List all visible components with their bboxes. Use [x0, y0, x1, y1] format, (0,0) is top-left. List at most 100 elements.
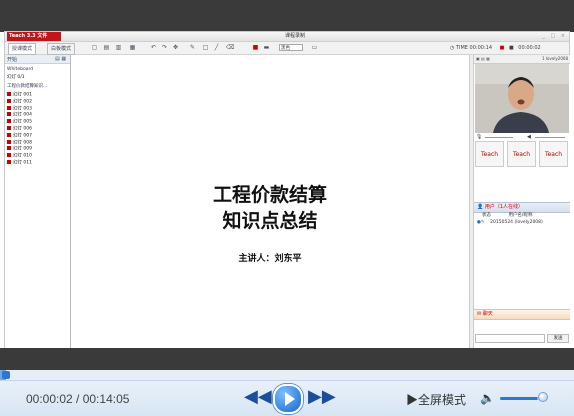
page-list-item[interactable]: 幻灯 002 [7, 98, 33, 105]
document-node[interactable]: 工程价款结算知识... [7, 84, 47, 89]
camera-toolbar: ▣ ▤ ▦ 1 lovely2008 [474, 55, 570, 64]
save-icon[interactable]: ▥ [115, 44, 122, 51]
page-list-label: 幻灯 011 [13, 160, 33, 166]
page-list-label: 幻灯 003 [13, 106, 33, 112]
page-list-item[interactable]: 幻灯 003 [7, 105, 33, 112]
user-row[interactable]: ●✎ 20150524 (lovely2008) [474, 219, 570, 226]
slide-page-icon [7, 139, 11, 144]
mic-icon[interactable]: 🎙 [476, 134, 482, 140]
new-page-icon[interactable]: ▢ [91, 44, 98, 51]
redo-icon[interactable]: ↷ [161, 44, 168, 51]
webcam-video [475, 64, 569, 133]
page-list-label: 幻灯 009 [13, 146, 33, 152]
slide-page-icon [7, 119, 11, 124]
page-list-label: 幻灯 004 [13, 112, 33, 118]
page-list-item[interactable]: 幻灯 004 [7, 112, 32, 118]
print-icon[interactable]: ▦ [129, 44, 136, 51]
bottom-letterbox [0, 348, 574, 370]
page-list-item[interactable]: 幻灯 011 [7, 160, 32, 166]
undo-icon[interactable]: ↶ [150, 44, 157, 51]
window-title: 课程录制 [284, 33, 305, 39]
camera-user-label: 1 lovely2008 [542, 56, 568, 61]
pen-icon[interactable]: ✎ [189, 44, 196, 51]
page-list-label: 幻灯 008 [13, 140, 33, 146]
thumbnail-2[interactable]: Teach [507, 141, 536, 167]
tab-lecture-mode[interactable]: 授课模式 [8, 43, 37, 55]
camera-tools-icon[interactable]: ▣ ▤ ▦ [476, 56, 490, 61]
page-list-label: 幻灯 007 [13, 133, 33, 139]
col-username: 用户名/昵称 [508, 213, 533, 218]
top-letterbox [0, 0, 574, 32]
slide-speaker: 主讲人：刘东平 [238, 254, 302, 264]
page-list-item[interactable]: 幻灯 005 [7, 119, 32, 125]
page-list-item[interactable]: 幻灯 007 [7, 132, 33, 139]
page-list-label: 幻灯 002 [13, 99, 33, 105]
page-list-label: 幻灯 001 [13, 92, 33, 98]
tab-whiteboard-mode[interactable]: 白板模式 [47, 43, 76, 55]
slide-page-icon [7, 160, 11, 164]
eraser-icon[interactable]: ⌫ [226, 44, 234, 51]
page-list-label: 幻灯 006 [13, 126, 33, 132]
rectangle-icon[interactable]: □ [202, 44, 209, 51]
progress-knob[interactable] [2, 371, 10, 379]
speaker-small-icon[interactable]: ◀ [527, 134, 531, 140]
slide-list-panel: 开始 ▤ ▦ Whiteboard 幻灯 0/1 工程价款结算知识... 幻灯 … [5, 55, 71, 348]
panel-header: 开始 ▤ ▦ [5, 55, 70, 64]
slide-page-icon [7, 112, 11, 117]
slide-canvas[interactable]: 工程价款结算 知识点总结 主讲人：刘东平 [71, 55, 469, 348]
thumbnail-1[interactable]: Teach [475, 141, 504, 167]
line-icon[interactable]: ╱ [213, 44, 220, 51]
app-logo-menu[interactable]: Teach 3.3 文件 [7, 32, 61, 41]
panel-tools-icon[interactable]: ▤ ▦ [55, 56, 66, 62]
slide-page-icon [7, 105, 11, 110]
page-top-node[interactable]: 幻灯 0/1 [7, 75, 25, 80]
fast-forward-icon: ▶▶ [308, 386, 336, 407]
screen-icon[interactable]: ▭ [311, 44, 318, 51]
thumbnail-3[interactable]: Teach [539, 141, 568, 167]
play-icon [285, 392, 295, 406]
play-button[interactable] [273, 384, 303, 414]
open-icon[interactable]: ▤ [103, 44, 110, 51]
title-bar: Teach 3.3 文件 课程录制 _ □ × [5, 32, 569, 42]
toolbar: 授课模式 白板模式 ▢ ▤ ▥ ▦ ↶ ↷ ✥ ✎ □ ╱ ⌫ ■ ▬ 黑色 ▭… [5, 42, 569, 55]
window-controls[interactable]: _ □ × [542, 32, 567, 41]
chat-send-button[interactable]: 发送 [547, 334, 569, 343]
volume-icon[interactable]: 🔈 [480, 391, 495, 405]
app-window: Teach 3.3 文件 课程录制 _ □ × 授课模式 白板模式 ▢ ▤ ▥ … [4, 31, 570, 348]
users-header-label: 用户（1人在线） [484, 204, 524, 210]
mic-slider[interactable] [485, 137, 513, 138]
slide-page-icon [7, 92, 11, 96]
slide-page-icon [7, 146, 11, 151]
page-list-item[interactable]: 幻灯 008 [7, 139, 33, 146]
chat-icon: ✉ [477, 311, 482, 317]
right-panel: ▣ ▤ ▦ 1 lovely2008 🎙 ◀ Teach Teach Teach [473, 55, 570, 348]
presenter-image [475, 64, 569, 133]
line-width-icon[interactable]: ▬ [263, 44, 270, 51]
speaker-slider[interactable] [535, 137, 565, 138]
page-list-item[interactable]: 幻灯 010 [7, 153, 32, 159]
chat-input[interactable] [475, 334, 545, 343]
progress-bar[interactable] [0, 370, 574, 381]
whiteboard-node[interactable]: Whiteboard [7, 67, 33, 72]
page-list-item[interactable]: 幻灯 009 [7, 146, 32, 152]
user-status-icon: ●✎ [477, 220, 485, 225]
record-indicator-icon: ■ [499, 45, 505, 51]
fullscreen-button[interactable]: ▶全屏模式 [406, 391, 466, 408]
video-thumbnails: Teach Teach Teach [475, 141, 569, 169]
col-status: 状态 [482, 213, 491, 218]
page-list-item[interactable]: 幻灯 006 [7, 126, 32, 132]
color-select[interactable]: 黑色 [279, 44, 303, 51]
timer-text: TIME 00:00:14 [455, 45, 493, 51]
page-list-label: 幻灯 010 [13, 153, 33, 159]
fast-forward-button[interactable]: ▶▶ [308, 388, 336, 406]
slide-title-line1: 工程价款结算 [212, 184, 327, 206]
page-list-item[interactable]: 幻灯 001 [7, 92, 32, 98]
users-icon: 👤 [477, 204, 484, 210]
color-icon[interactable]: ■ [252, 44, 259, 51]
panel-header-label: 开始 [7, 57, 18, 63]
slide-page-icon [7, 98, 11, 103]
volume-knob[interactable] [538, 392, 548, 402]
move-icon[interactable]: ✥ [172, 44, 179, 51]
rewind-button[interactable]: ◀◀ [244, 388, 272, 406]
pause-icon[interactable]: ■ [509, 45, 514, 51]
